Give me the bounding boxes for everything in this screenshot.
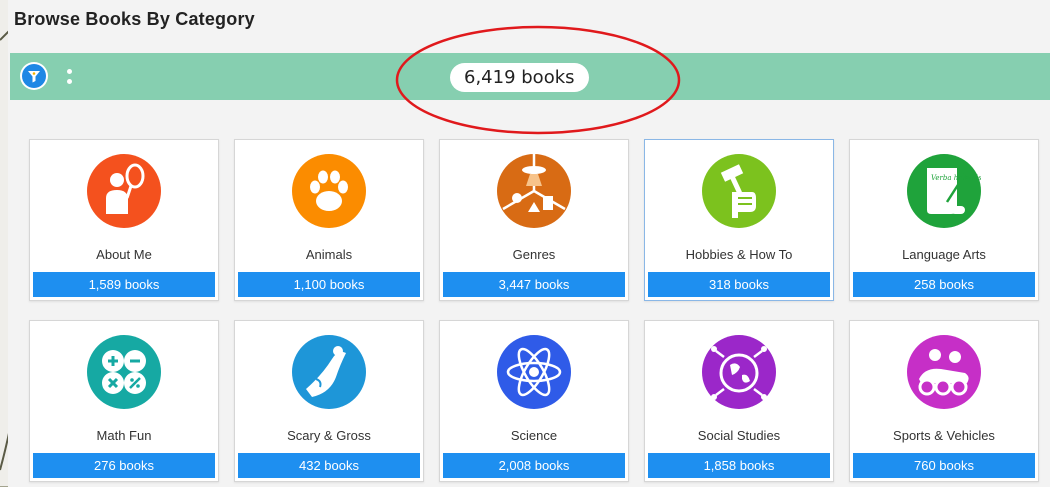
category-label: Genres [512,247,556,262]
person-mirror-icon [87,154,161,228]
page-title: Browse Books By Category [14,9,255,29]
genres-collage-icon [497,154,571,228]
go-kart-icon [907,335,981,409]
fist-hammer-icon [702,154,776,228]
category-card-scary-gross[interactable]: Scary & Gross 432 books [234,320,424,482]
category-card-hobbies[interactable]: Hobbies & How To 318 books [644,139,834,301]
category-card-language-arts[interactable]: Verba hominis Language Arts 258 books [849,139,1039,301]
category-label: Animals [305,247,353,262]
category-card-social-studies[interactable]: Social Studies 1,858 books [644,320,834,482]
category-count-button[interactable]: 258 books [853,272,1035,297]
math-symbols-icon [87,335,161,409]
category-label: Hobbies & How To [685,247,793,262]
scroll-text: Verba hominis [931,174,981,182]
category-label: Social Studies [697,428,781,443]
category-label: Math Fun [96,428,152,443]
category-card-math-fun[interactable]: Math Fun 276 books [29,320,219,482]
funnel-icon [22,64,46,88]
scroll-quill-icon: Verba hominis [907,154,981,228]
category-count-button[interactable]: 760 books [853,453,1035,478]
filter-bar: 6,419 books [10,53,1050,100]
total-books-count: 6,419 books [450,63,589,92]
category-grid: About Me 1,589 books Animals 1,100 books [29,139,1039,482]
browse-panel: Browse Books By Category 6,419 books Abo… [8,0,1050,487]
category-count-button[interactable]: 318 books [648,272,830,297]
category-count-button[interactable]: 3,447 books [443,272,625,297]
paw-print-icon [292,154,366,228]
category-count-button[interactable]: 1,858 books [648,453,830,478]
category-label: About Me [96,247,152,262]
category-count-button[interactable]: 2,008 books [443,453,625,478]
category-label: Science [510,428,558,443]
category-count-button[interactable]: 1,589 books [33,272,215,297]
filter-button[interactable] [20,62,48,90]
category-count-button[interactable]: 432 books [238,453,420,478]
category-card-sports-vehicles[interactable]: Sports & Vehicles 760 books [849,320,1039,482]
category-count-button[interactable]: 1,100 books [238,272,420,297]
category-label: Language Arts [902,247,986,262]
slime-slide-icon [292,335,366,409]
category-label: Scary & Gross [287,428,371,443]
atom-icon [497,335,571,409]
category-card-science[interactable]: Science 2,008 books [439,320,629,482]
category-card-about-me[interactable]: About Me 1,589 books [29,139,219,301]
category-card-animals[interactable]: Animals 1,100 books [234,139,424,301]
category-label: Sports & Vehicles [893,428,995,443]
more-options-icon[interactable] [67,69,73,85]
category-count-button[interactable]: 276 books [33,453,215,478]
category-card-genres[interactable]: Genres 3,447 books [439,139,629,301]
globe-people-icon [702,335,776,409]
